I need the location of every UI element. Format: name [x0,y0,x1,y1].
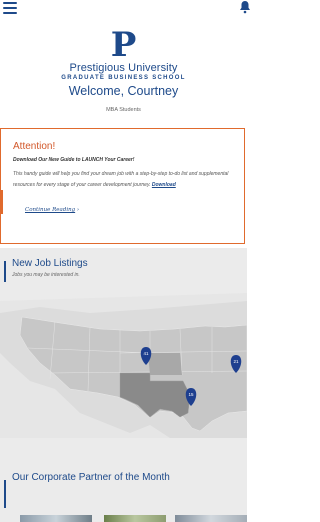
university-name: Prestigious University [69,62,178,74]
partner-photo [175,515,247,522]
attention-card: Attention! Download Our New Guide to LAU… [0,128,245,244]
continue-reading-link[interactable]: Continue Reading › [25,207,79,213]
user-group-label: MBA Students [106,107,141,113]
partner-photo [104,515,166,522]
bell-icon[interactable] [239,0,251,14]
job-map[interactable]: 41 21 15 [0,293,247,438]
partner-photo-strip[interactable] [0,515,247,522]
section-accent-bar [4,480,6,508]
menu-icon[interactable] [3,2,17,14]
welcome-heading: Welcome, Courtney [68,84,179,98]
partner-photo [20,515,92,522]
attention-body-text: This handy guide will help you find your… [13,171,229,189]
download-link[interactable]: Download [152,182,176,188]
attention-title: Attention! [13,141,56,152]
highlight-region-nw [148,353,182,375]
attention-accent-bar [1,190,3,214]
job-listings-title: New Job Listings [12,258,88,269]
continue-reading-label[interactable]: Continue Reading [25,207,75,213]
job-listings-section: New Job Listings Jobs you may be interes… [0,248,247,488]
job-listings-subtitle: Jobs you may be interested in. [12,272,80,278]
section-accent-bar [4,261,6,282]
map-pin-15-label: 15 [188,392,194,397]
school-name: GRADUATE BUSINESS SCHOOL [61,75,186,81]
university-logo: P [110,25,137,65]
map-pin-41-label: 41 [143,351,149,356]
partner-title: Our Corporate Partner of the Month [12,472,170,483]
attention-body: This handy guide will help you find your… [13,169,233,191]
attention-headline: Download Our New Guide to LAUNCH Your Ca… [13,157,135,163]
map-pin-21-label: 21 [233,359,239,364]
chevron-right-icon: › [76,207,80,213]
